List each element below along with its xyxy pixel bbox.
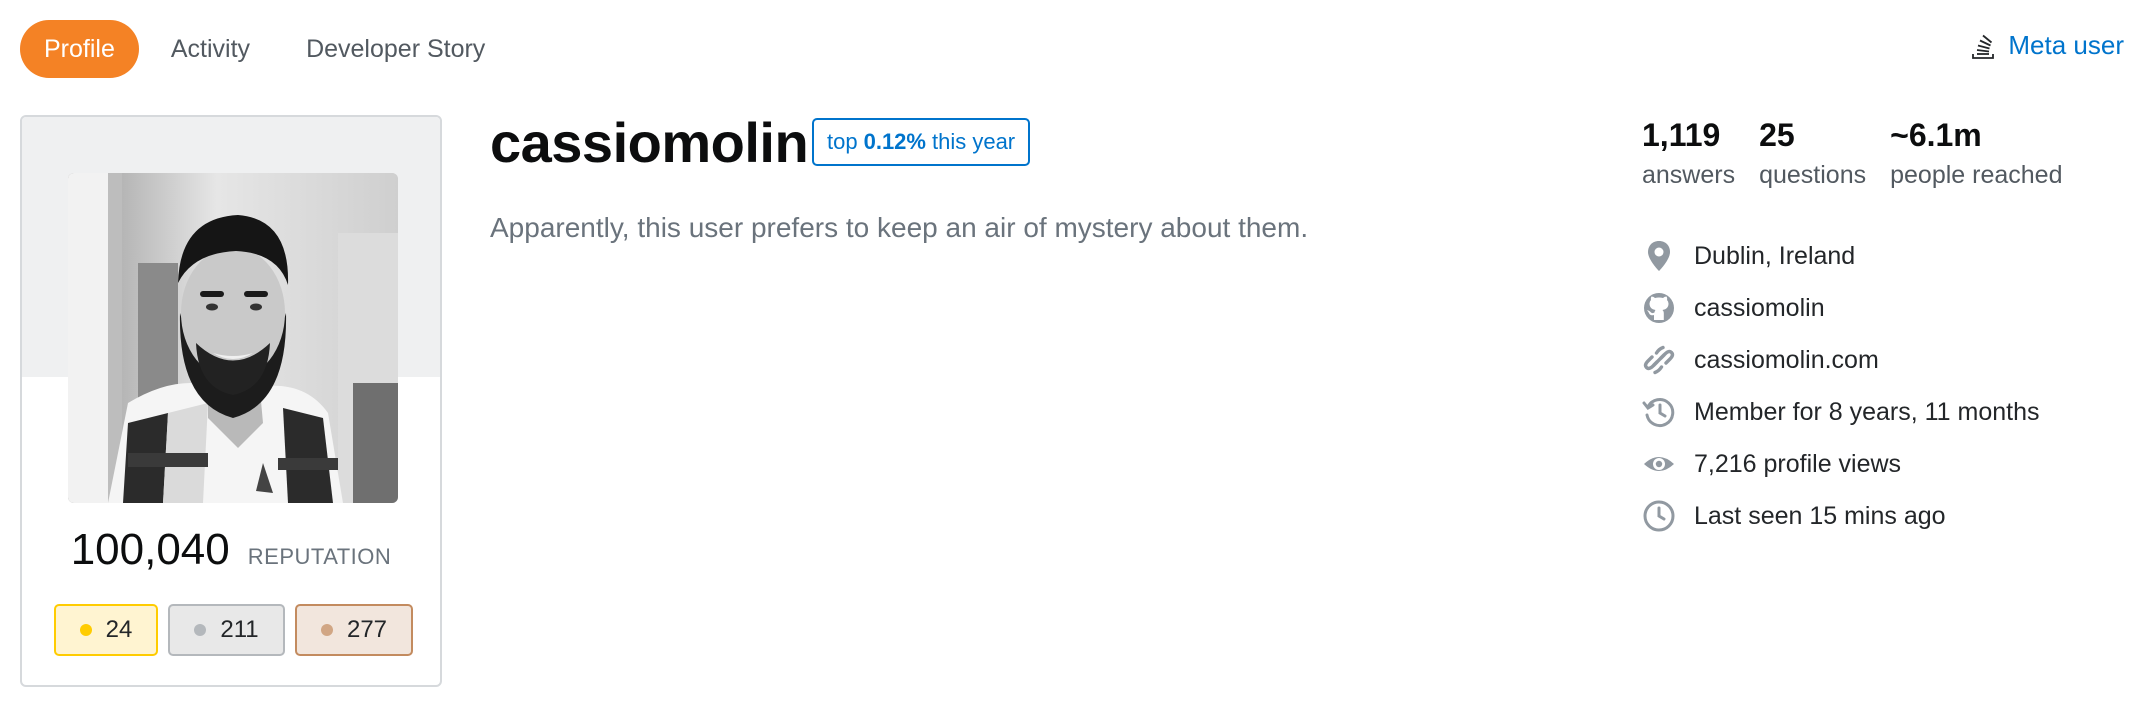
rank-value: 0.12% [863,129,926,154]
tab-developer-story[interactable]: Developer Story [282,20,509,78]
silver-badge-value: 211 [220,616,259,643]
link-icon [1643,345,1675,375]
gold-badge-value: 24 [105,616,133,643]
reputation: 100,040 REPUTATION [22,525,440,575]
tab-profile[interactable]: Profile [20,20,139,78]
rank-prefix: top [827,129,858,154]
user-stats: 1,119 answers 25 questions ~6.1m people … [1642,115,2063,193]
detail-text: Member for 8 years, 11 months [1694,397,2040,426]
github-icon [1644,293,1674,323]
detail-profile-views: 7,216 profile views [1642,438,2040,490]
reputation-label: REPUTATION [247,544,392,569]
meta-user-link[interactable]: Meta user [1970,30,2124,61]
eye-icon [1644,457,1674,471]
detail-text: Last seen 15 mins ago [1694,501,1946,530]
avatar[interactable] [68,173,398,503]
stackexchange-stack-icon [1972,34,1995,59]
location-pin-icon [1648,241,1670,271]
stat-label: people reached [1890,161,2063,189]
bronze-badge-value: 277 [346,616,388,643]
profile-tabs: Profile Activity Developer Story [20,20,509,78]
detail-github[interactable]: cassiomolin [1642,282,2040,334]
user-details: Dublin, Ireland cassiomolin cassiomolin.… [1642,230,2040,542]
detail-location: Dublin, Ireland [1642,230,2040,282]
detail-text: cassiomolin.com [1694,345,1879,374]
silver-badge-icon [194,624,207,636]
detail-website[interactable]: cassiomolin.com [1642,334,2040,386]
gold-badge-icon [79,624,92,636]
page-title: cassiomolin [490,111,809,174]
about-text: Apparently, this user prefers to keep an… [490,212,1309,243]
clock-icon [1643,500,1675,532]
detail-last-seen: Last seen 15 mins ago [1642,490,2040,542]
badge-counts: 24 211 277 [54,604,413,656]
rank-suffix: this year [931,129,1016,154]
stat-answers[interactable]: 1,119 answers [1642,115,1735,193]
silver-badge-count[interactable]: 211 [168,604,285,656]
stat-people-reached: ~6.1m people reached [1890,115,2062,193]
history-icon [1642,398,1675,428]
detail-text: Dublin, Ireland [1694,241,1856,270]
meta-user-label: Meta user [2008,30,2124,60]
stat-label: answers [1642,161,1736,189]
detail-member-since: Member for 8 years, 11 months [1642,386,2040,438]
stat-value: 1,119 [1642,117,1721,153]
profile-card: 100,040 REPUTATION 24 211 277 [20,115,442,687]
gold-badge-count[interactable]: 24 [54,604,158,656]
rank-badge[interactable]: top 0.12% this year [812,118,1031,166]
stat-value: ~6.1m [1890,117,1982,153]
stat-value: 25 [1759,117,1795,153]
detail-text: 7,216 profile views [1694,449,1902,478]
reputation-value: 100,040 [70,525,230,574]
tab-activity[interactable]: Activity [147,20,274,78]
stat-label: questions [1759,161,1867,189]
stat-questions[interactable]: 25 questions [1759,115,1866,193]
avatar-photo [68,173,398,503]
detail-text: cassiomolin [1694,293,1825,322]
bronze-badge-count[interactable]: 277 [295,604,413,656]
bronze-badge-icon [320,624,333,636]
